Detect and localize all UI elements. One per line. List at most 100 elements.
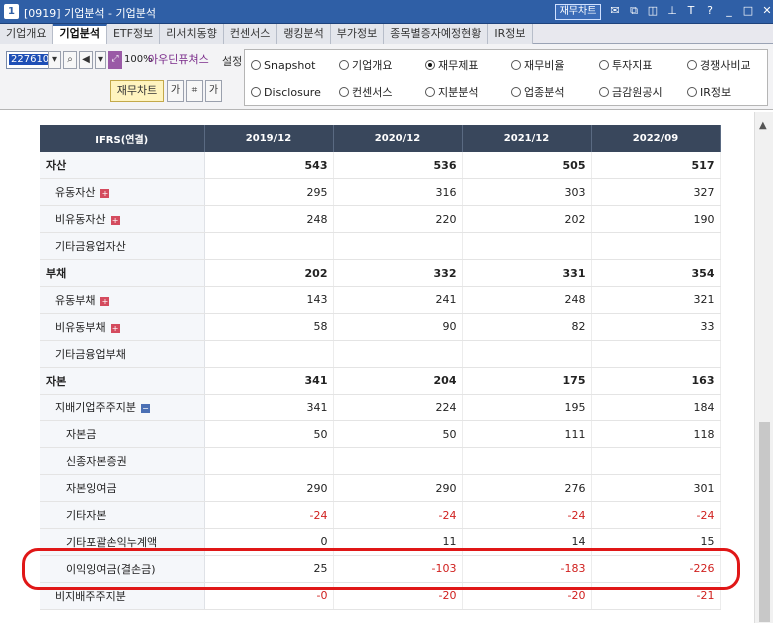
value-cell: 248 (462, 286, 592, 314)
fullscreen-icon[interactable]: ⤢ (108, 51, 122, 69)
value-cell: 204 (333, 367, 463, 395)
maximize-icon[interactable]: □ (741, 3, 755, 19)
radio-company-overview[interactable]: 기업개요 (339, 59, 392, 73)
radio-consensus[interactable]: 컨센서스 (339, 86, 392, 100)
row-label: 기타금융업자산 (55, 240, 126, 254)
table-row: 신종자본증권 (40, 447, 721, 476)
vertical-scrollbar[interactable]: ▲ (754, 112, 773, 623)
row-label: 비유동부채 (55, 320, 106, 334)
value-cell: 143 (204, 286, 334, 314)
search-icon[interactable]: ⌕ (63, 51, 77, 69)
value-cell: 295 (204, 178, 334, 207)
scrollbar-thumb[interactable] (759, 422, 770, 622)
settings-label[interactable]: 설정 (222, 53, 242, 69)
row-label-cell: 자산 (40, 152, 205, 180)
value-cell: -183 (462, 555, 592, 583)
fin-chart-title-button[interactable]: 재무차트 (555, 4, 601, 20)
pin-icon[interactable]: ⊥ (665, 3, 679, 19)
financial-statement-table: IFRS(연결) 2019/12 2020/12 2021/12 2022/09… (40, 125, 721, 610)
row-label-cell: 비지배주주지분 (40, 582, 205, 610)
tab-ranking-analysis[interactable]: 랭킹분석 (277, 24, 331, 44)
close-icon[interactable]: ✕ (760, 3, 773, 19)
tab-capital-increase-schedule[interactable]: 종목별증자예정현황 (384, 24, 489, 44)
value-cell: 25 (204, 555, 334, 583)
value-cell: -21 (591, 582, 721, 610)
value-cell: 202 (462, 205, 592, 234)
tab-research-trends[interactable]: 리서치동향 (160, 24, 224, 44)
value-cell: 82 (462, 313, 592, 341)
value-cell (462, 447, 592, 476)
row-label: 기타금융업부채 (55, 347, 126, 361)
value-cell: -24 (333, 501, 463, 529)
radio-shareholding-analysis[interactable]: 지분분석 (425, 86, 478, 100)
zoom-level[interactable]: 100% (124, 51, 153, 69)
tab-bar: 기업개요 기업분석 ETF정보 리서치동향 컨센서스 랭킹분석 부가정보 종목별… (0, 24, 773, 44)
table-row: 비지배주주지분 -0 -20 -20 -21 (40, 582, 721, 610)
mail-icon[interactable]: ✉ (608, 3, 622, 19)
value-cell: -20 (462, 582, 592, 610)
table-row: 비유동부채 +58 90 82 33 (40, 313, 721, 341)
font-size-icon[interactable]: T (684, 3, 698, 19)
expand-plus-icon[interactable]: + (100, 189, 110, 199)
font-increase-icon[interactable]: 가 (167, 80, 184, 102)
value-cell: 190 (591, 205, 721, 234)
value-cell: 50 (204, 420, 334, 449)
radio-disclosure[interactable]: Disclosure (251, 86, 321, 100)
split-icon[interactable]: ◫ (646, 3, 660, 19)
expand-plus-icon[interactable]: + (110, 216, 120, 226)
radio-investment-indicators[interactable]: 투자지표 (599, 59, 652, 73)
toolbar: 227610 ▾ ⌕ ◀ ▾ ⤢ 100% 아우딘퓨쳐스 설정 재무차트 가 ⌗… (0, 44, 773, 110)
tab-company-overview[interactable]: 기업개요 (0, 24, 54, 44)
table-row: 기타포괄손익누계액 0 11 14 15 (40, 528, 721, 556)
column-header: 2020/12 (333, 125, 463, 152)
value-cell: 0 (204, 528, 334, 556)
radio-fss-disclosure[interactable]: 금감원공시 (599, 86, 663, 100)
row-label: 자본금 (66, 428, 97, 442)
value-cell: 175 (462, 367, 592, 395)
tab-ir-info[interactable]: IR정보 (488, 24, 533, 44)
font-decrease-icon[interactable]: 가 (205, 80, 222, 102)
expand-plus-icon[interactable]: + (100, 296, 110, 306)
value-cell: -24 (591, 501, 721, 529)
expand-plus-icon[interactable]: + (110, 323, 120, 333)
radio-competitor-comparison[interactable]: 경쟁사비교 (687, 59, 751, 73)
value-cell (591, 340, 721, 368)
tab-etf-info[interactable]: ETF정보 (106, 24, 161, 44)
row-label-cell: 이익잉여금(결손금) (40, 555, 205, 583)
table-row: 자산 543 536 505 517 (40, 152, 721, 180)
window-titlebar: 1 [0919] 기업분석 - 기업분석 재무차트 ✉ ⧉ ◫ ⊥ T ? _ … (0, 0, 773, 24)
radio-industry-analysis[interactable]: 업종분석 (511, 86, 564, 100)
radio-snapshot[interactable]: Snapshot (251, 59, 315, 73)
scroll-up-icon[interactable]: ▲ (759, 120, 767, 131)
value-cell (333, 447, 463, 476)
collapse-minus-icon[interactable]: − (140, 404, 150, 414)
radio-ir-info[interactable]: IR정보 (687, 86, 731, 100)
tab-company-analysis[interactable]: 기업분석 (53, 24, 107, 44)
row-label: 자본잉여금 (66, 482, 117, 496)
tab-additional-info[interactable]: 부가정보 (330, 24, 385, 44)
chevron-down-icon[interactable]: ▾ (48, 51, 61, 69)
radio-financial-ratios[interactable]: 재무비율 (511, 59, 564, 73)
value-cell (591, 232, 721, 261)
company-name[interactable]: 아우딘퓨쳐스 (148, 51, 209, 69)
radio-financial-statements[interactable]: 재무제표 (425, 59, 478, 73)
row-label: 유동자산 (55, 186, 96, 200)
help-icon[interactable]: ? (703, 3, 717, 19)
row-label-cell: 비유동자산 + (40, 205, 205, 234)
tab-consensus[interactable]: 컨센서스 (223, 24, 278, 44)
minimize-icon[interactable]: _ (722, 3, 736, 19)
row-label-cell: 지배기업주주지분 − (40, 394, 205, 422)
dropdown-arrow-icon[interactable]: ▾ (95, 51, 106, 69)
row-label-cell: 기타자본 (40, 501, 205, 529)
fin-chart-button[interactable]: 재무차트 (110, 80, 164, 102)
value-cell (333, 232, 463, 261)
row-label: 비유동자산 (55, 213, 106, 227)
window-title: [0919] 기업분석 - 기업분석 (24, 7, 156, 20)
copy-icon[interactable]: ⧉ (627, 3, 641, 19)
table-row: 기타금융업자산 (40, 232, 721, 261)
speaker-icon[interactable]: ◀ (79, 51, 93, 69)
capture-icon[interactable]: ⌗ (186, 80, 203, 102)
value-cell: 224 (333, 394, 463, 422)
table-row: 기타금융업부채 (40, 340, 721, 368)
view-radio-group: Snapshot 기업개요 재무제표 재무비율 투자지표 경쟁사비교 Discl… (244, 49, 768, 106)
